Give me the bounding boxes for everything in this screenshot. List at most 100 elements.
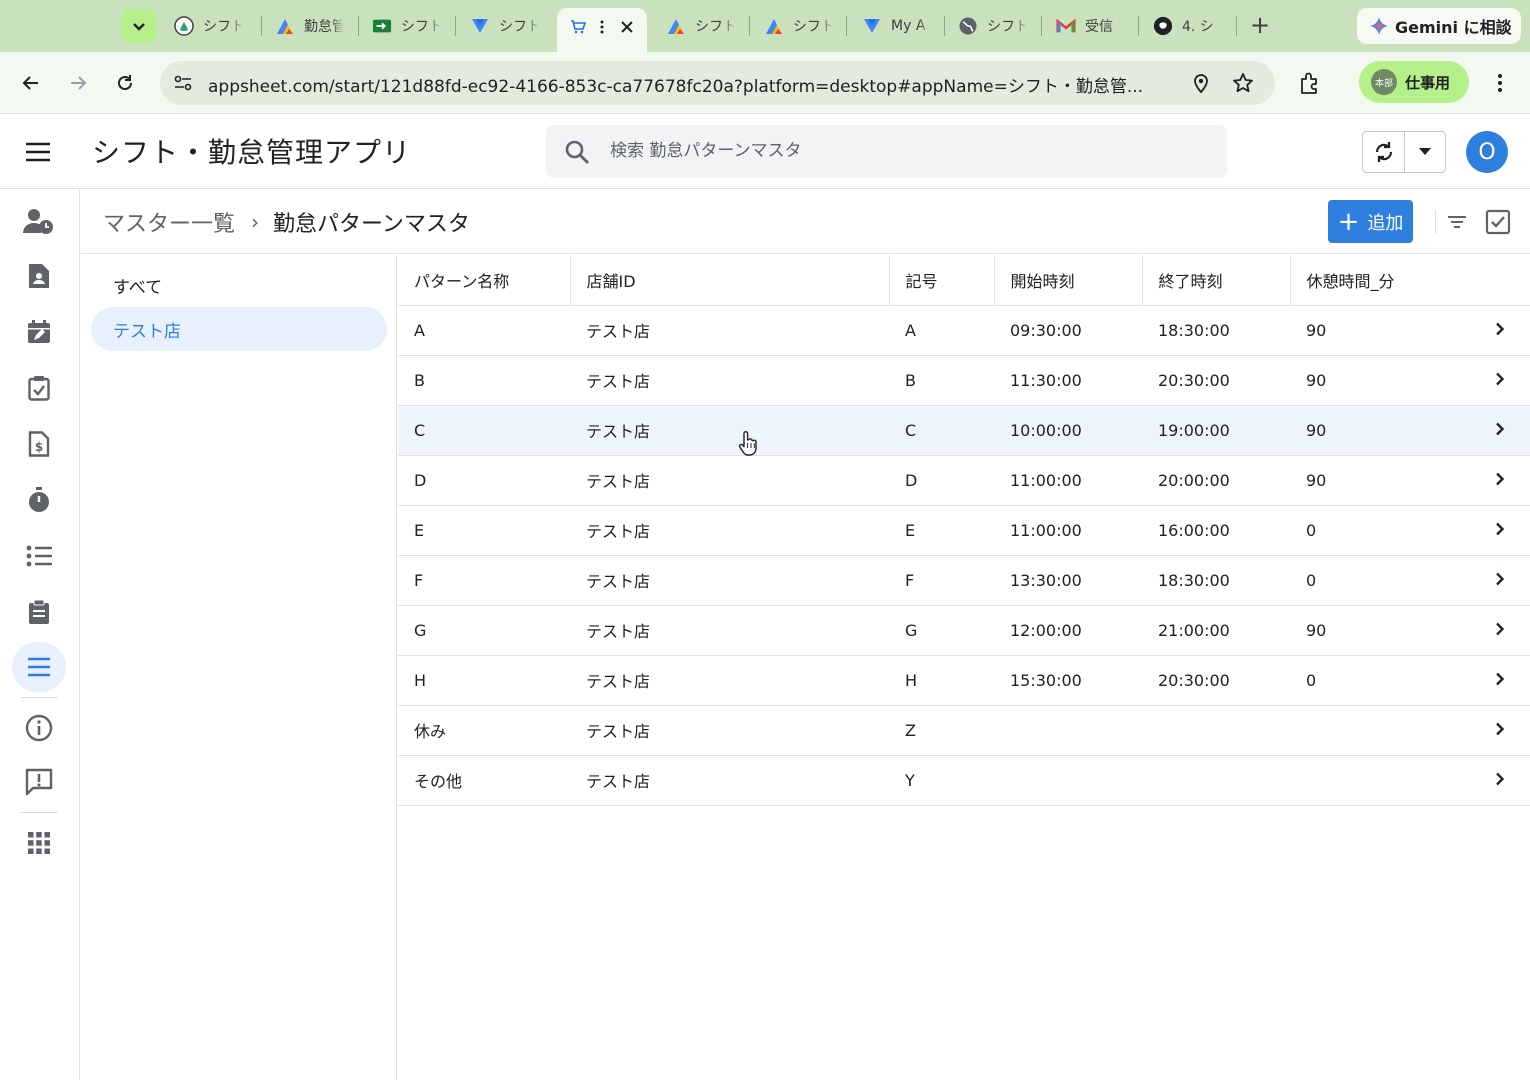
user-avatar[interactable]: O	[1466, 131, 1508, 173]
nav-item-invoice[interactable]: $	[12, 419, 66, 469]
browser-tab[interactable]: My A	[862, 8, 931, 44]
table-cell: 19:00:00	[1142, 405, 1290, 456]
table-cell: テスト店	[570, 605, 889, 656]
document-person-icon	[29, 264, 49, 288]
column-header[interactable]: 店舗ID	[570, 255, 890, 306]
table-cell: 15:30:00	[994, 655, 1142, 706]
location-pin-icon[interactable]	[1190, 72, 1212, 94]
nav-item-feedback[interactable]	[12, 757, 66, 807]
browser-tab[interactable]: シフト	[372, 8, 441, 44]
url-text[interactable]: appsheet.com/start/121d88fd-ec92-4166-85…	[208, 72, 1168, 97]
search-box[interactable]	[546, 125, 1227, 178]
gemini-button[interactable]: Gemini に相談	[1357, 8, 1521, 44]
browser-tab[interactable]: シフト	[470, 8, 539, 44]
invoice-icon: $	[28, 431, 50, 457]
sync-dropdown-button[interactable]	[1405, 132, 1445, 172]
nav-item-master-list[interactable]	[12, 642, 66, 692]
profile-button[interactable]: 本部 仕事用	[1359, 61, 1469, 103]
table-cell	[994, 705, 1142, 756]
star-icon[interactable]	[1232, 72, 1254, 94]
table-row[interactable]: その他 テスト店 Y	[398, 755, 1530, 806]
reload-button[interactable]	[112, 70, 138, 96]
column-header[interactable]: 記号	[889, 255, 995, 306]
nav-item-clipboard-check[interactable]	[12, 363, 66, 413]
hamburger-menu-icon[interactable]	[24, 139, 52, 165]
nav-item-attendance[interactable]	[12, 196, 66, 246]
nav-item-about[interactable]	[12, 703, 66, 753]
table-cell: テスト店	[570, 505, 889, 556]
column-header[interactable]: 終了時刻	[1142, 255, 1291, 306]
browser-tab[interactable]: シフト	[958, 8, 1027, 44]
sync-button[interactable]	[1363, 132, 1405, 172]
extensions-icon[interactable]	[1297, 70, 1323, 96]
row-detail-chevron-icon[interactable]	[1470, 455, 1530, 506]
browser-tab[interactable]: シフト	[174, 8, 243, 44]
close-icon[interactable]	[619, 19, 635, 35]
nav-item-apps[interactable]	[12, 818, 66, 868]
column-header[interactable]: 開始時刻	[994, 255, 1143, 306]
site-settings-icon[interactable]	[172, 72, 194, 94]
nav-item-list[interactable]	[12, 531, 66, 581]
search-input[interactable]	[610, 135, 1190, 167]
select-checkbox-icon[interactable]	[1485, 209, 1511, 235]
browser-tab[interactable]: シフト	[666, 8, 735, 44]
row-detail-chevron-icon[interactable]	[1470, 755, 1530, 806]
column-header[interactable]: パターン名称	[398, 255, 571, 306]
table-row[interactable]: 休み テスト店 Z	[398, 705, 1530, 756]
breadcrumb-parent[interactable]: マスター一覧	[103, 206, 235, 238]
filter-icon[interactable]	[1444, 209, 1470, 235]
tab-search-button[interactable]	[121, 9, 157, 43]
search-icon	[565, 140, 589, 164]
table-row[interactable]: D テスト店 D 11:00:00 20:00:00 90	[398, 455, 1530, 506]
nav-item-timer[interactable]	[12, 475, 66, 525]
info-icon	[25, 714, 53, 742]
tab-label: 勤怠管理	[304, 19, 344, 35]
active-browser-tab[interactable]	[557, 8, 647, 52]
browser-tab[interactable]: 勤怠管理	[275, 8, 344, 44]
table-cell: 90	[1290, 355, 1470, 406]
row-detail-chevron-icon[interactable]	[1470, 355, 1530, 406]
chevron-right-icon: ›	[251, 210, 260, 234]
list-icon	[26, 545, 52, 567]
more-vert-icon	[600, 20, 604, 34]
row-detail-chevron-icon[interactable]	[1470, 305, 1530, 356]
calendar-edit-icon	[28, 320, 50, 343]
row-detail-chevron-icon[interactable]	[1470, 605, 1530, 656]
row-detail-chevron-icon[interactable]	[1470, 405, 1530, 456]
group-item-all[interactable]: すべて	[91, 263, 387, 307]
group-item-test-store[interactable]: テスト店	[91, 307, 387, 351]
table-cell: G	[889, 605, 994, 656]
row-detail-chevron-icon[interactable]	[1470, 705, 1530, 756]
table-row[interactable]: G テスト店 G 12:00:00 21:00:00 90	[398, 605, 1530, 656]
table-cell: 0	[1290, 505, 1470, 556]
nav-item-clipboard-list[interactable]	[12, 587, 66, 637]
gmail-icon	[1056, 16, 1076, 36]
table-row[interactable]: F テスト店 F 13:30:00 18:30:00 0	[398, 555, 1530, 606]
table-row[interactable]: C テスト店 C 10:00:00 19:00:00 90	[398, 405, 1530, 456]
table-row[interactable]: E テスト店 E 11:00:00 16:00:00 0	[398, 505, 1530, 556]
data-table: パターン名称 店舗ID 記号 開始時刻 終了時刻 休憩時間_分 A テスト店 A 09…	[398, 255, 1530, 806]
table-cell: 12:00:00	[994, 605, 1142, 656]
nav-item-calendar[interactable]	[12, 307, 66, 357]
tab-label: シフト	[695, 19, 735, 35]
table-cell	[1290, 755, 1470, 806]
new-tab-button[interactable]: +	[1248, 12, 1272, 40]
table-row[interactable]: B テスト店 B 11:30:00 20:30:00 90	[398, 355, 1530, 406]
add-button[interactable]: + 追加	[1328, 200, 1413, 243]
browser-tab[interactable]: シフト	[764, 8, 833, 44]
address-bar[interactable]: appsheet.com/start/121d88fd-ec92-4166-85…	[160, 61, 1275, 105]
row-detail-chevron-icon[interactable]	[1470, 505, 1530, 556]
table-row[interactable]: H テスト店 H 15:30:00 20:30:00 0	[398, 655, 1530, 706]
nav-item-document[interactable]	[12, 251, 66, 301]
forward-button[interactable]	[65, 70, 91, 96]
row-detail-chevron-icon[interactable]	[1470, 555, 1530, 606]
browser-tab[interactable]: 4. シ	[1153, 8, 1222, 44]
table-row[interactable]: A テスト店 A 09:30:00 18:30:00 90	[398, 305, 1530, 356]
back-button[interactable]	[18, 70, 44, 96]
browser-menu-icon[interactable]	[1488, 70, 1512, 96]
column-header[interactable]: 休憩時間_分	[1290, 255, 1530, 306]
table-cell: 休み	[398, 705, 570, 756]
row-detail-chevron-icon[interactable]	[1470, 655, 1530, 706]
browser-tab[interactable]: 受信	[1056, 8, 1125, 44]
table-cell: テスト店	[570, 355, 889, 406]
